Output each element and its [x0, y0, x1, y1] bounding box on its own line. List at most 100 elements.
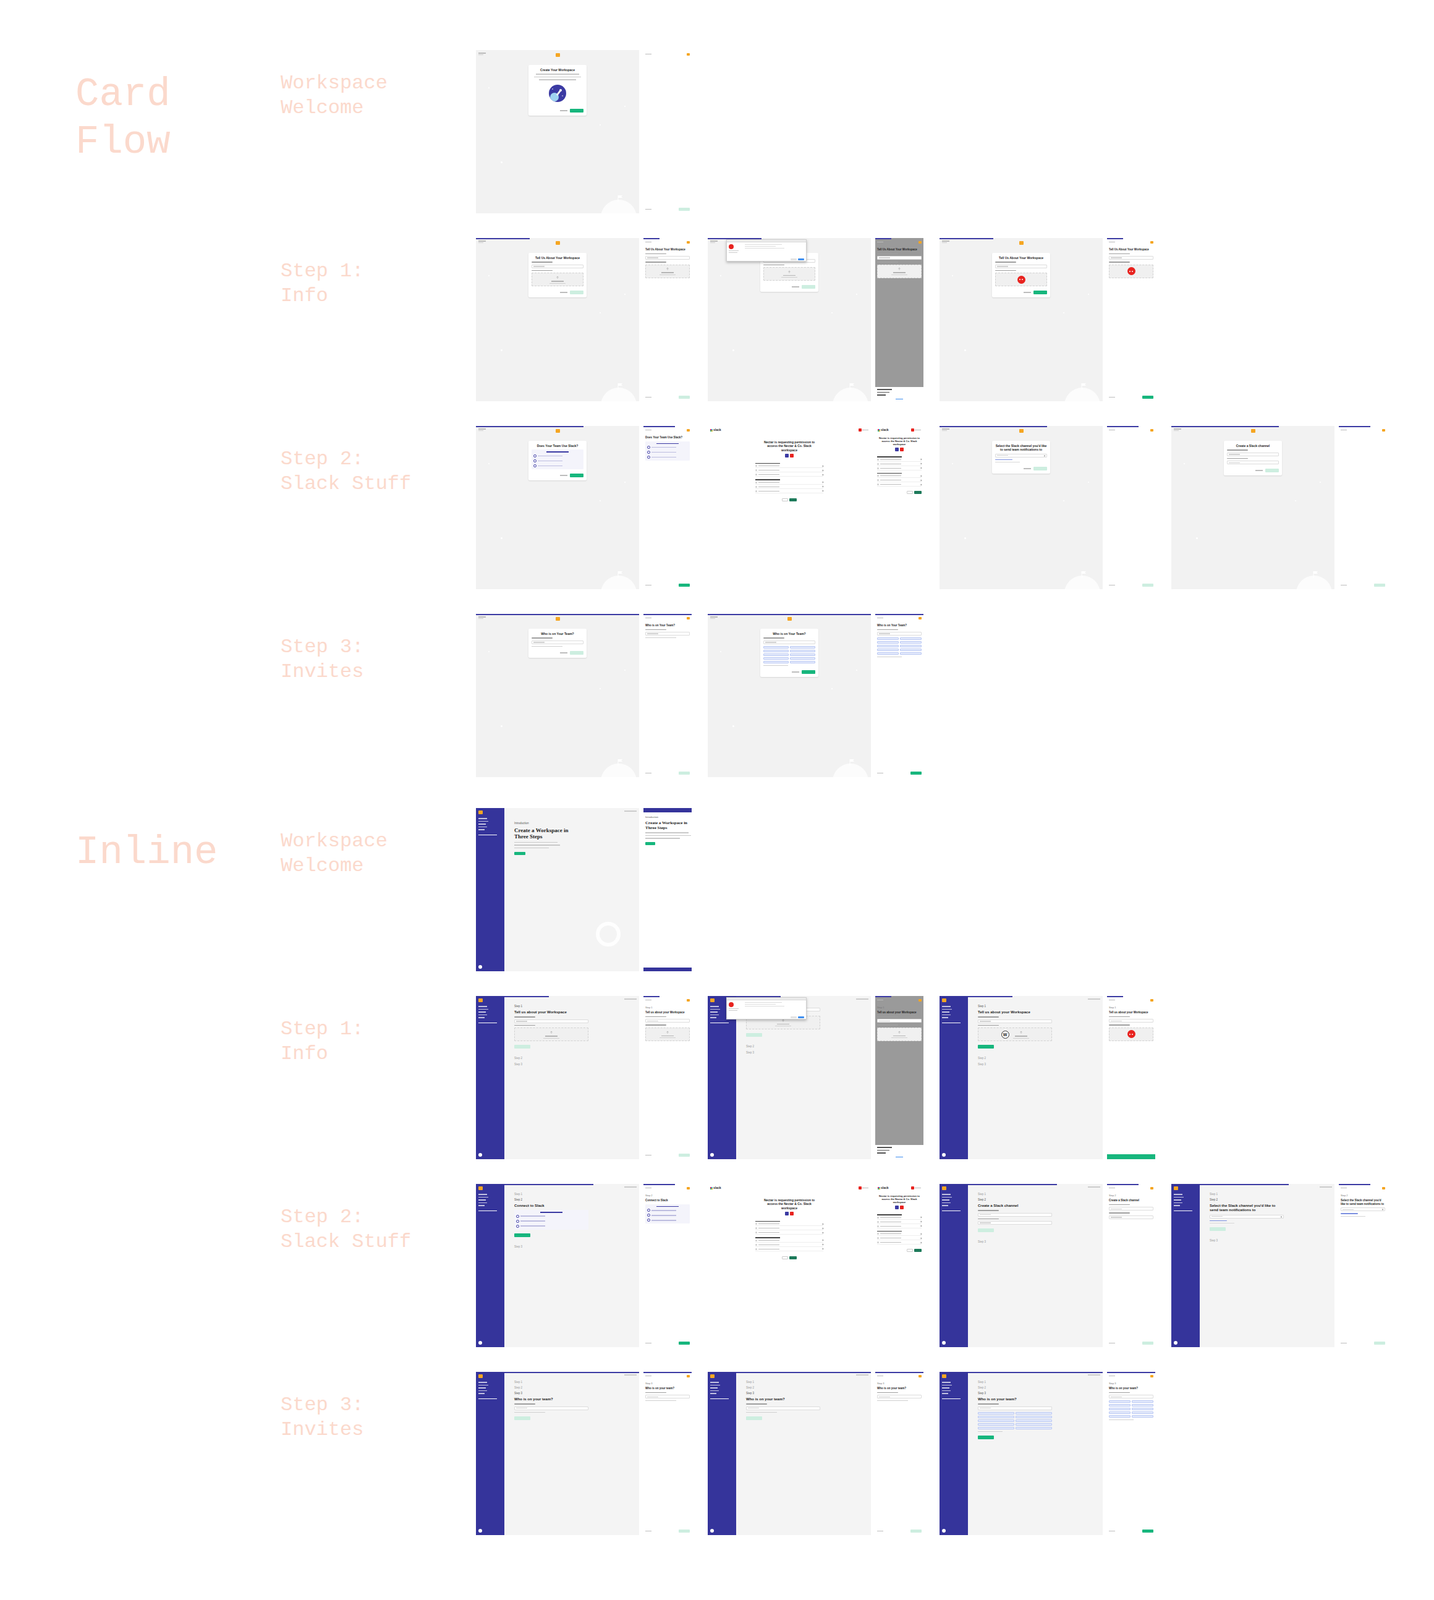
skip-link[interactable] — [1255, 469, 1263, 471]
logo-upload-box[interactable] — [531, 272, 584, 287]
primary-button[interactable] — [678, 771, 690, 775]
text-input[interactable] — [877, 1018, 922, 1023]
skip-link[interactable] — [1108, 1530, 1116, 1532]
logo-upload-box[interactable]: W — [977, 1027, 1053, 1041]
text-input[interactable] — [1108, 1394, 1154, 1399]
text-input[interactable] — [977, 1212, 1053, 1217]
skip-link[interactable] — [791, 286, 800, 288]
skip-link[interactable] — [560, 474, 568, 476]
text-input[interactable] — [1340, 1207, 1386, 1211]
text-input[interactable] — [763, 640, 816, 645]
skip-link[interactable] — [645, 1530, 652, 1532]
skip-link[interactable] — [877, 1530, 884, 1532]
text-input[interactable] — [995, 453, 1048, 458]
primary-button[interactable] — [514, 1416, 531, 1420]
primary-button[interactable] — [514, 851, 526, 855]
text-input[interactable] — [645, 1018, 690, 1023]
logo-upload-box[interactable] — [514, 1027, 589, 1041]
open-button[interactable] — [797, 258, 805, 261]
primary-button[interactable] — [977, 1044, 994, 1049]
primary-button[interactable] — [910, 1529, 922, 1533]
skip-link[interactable] — [1340, 1342, 1347, 1344]
primary-button[interactable] — [569, 473, 584, 478]
primary-button[interactable] — [789, 1255, 797, 1260]
skip-link[interactable] — [645, 584, 652, 586]
skip-link[interactable] — [560, 110, 568, 112]
logo-upload-box[interactable] — [877, 264, 922, 279]
cancel-button[interactable] — [781, 498, 789, 502]
primary-button[interactable] — [1142, 1529, 1154, 1533]
primary-button[interactable] — [678, 1153, 690, 1157]
open-button[interactable] — [797, 1016, 805, 1019]
cancel-button[interactable] — [781, 1255, 789, 1260]
primary-button[interactable] — [678, 207, 690, 211]
skip-link[interactable] — [1108, 396, 1116, 399]
text-input[interactable] — [977, 1220, 1053, 1225]
cancel-button[interactable] — [790, 1016, 797, 1019]
primary-button[interactable] — [977, 1228, 994, 1232]
account-menu[interactable] — [911, 428, 921, 432]
skip-link[interactable] — [1340, 584, 1347, 586]
primary-button[interactable] — [678, 583, 690, 587]
logo-upload-box[interactable] — [1108, 264, 1154, 279]
skip-link[interactable] — [1108, 584, 1116, 586]
logo-upload-box[interactable] — [645, 1027, 690, 1041]
text-input[interactable] — [531, 264, 584, 269]
skip-link[interactable] — [645, 772, 652, 774]
skip-link[interactable] — [560, 291, 568, 293]
primary-button[interactable] — [1265, 468, 1279, 473]
account-menu[interactable] — [911, 1186, 921, 1190]
cancel-button[interactable] — [790, 258, 797, 261]
primary-button[interactable] — [1374, 583, 1386, 587]
text-input[interactable] — [514, 1019, 589, 1023]
primary-button[interactable] — [914, 490, 922, 494]
skip-link[interactable] — [1023, 467, 1031, 470]
primary-button[interactable] — [1374, 1341, 1386, 1345]
primary-button[interactable] — [1142, 395, 1154, 399]
text-input[interactable] — [645, 1394, 690, 1399]
text-input[interactable] — [1108, 1206, 1154, 1211]
primary-button[interactable] — [910, 771, 922, 775]
text-input[interactable] — [514, 1406, 589, 1410]
skip-link[interactable] — [1023, 291, 1031, 293]
primary-button[interactable] — [977, 1435, 994, 1439]
primary-button[interactable] — [514, 1044, 531, 1049]
skip-link[interactable] — [645, 208, 652, 211]
text-input[interactable] — [1108, 255, 1154, 260]
skip-link[interactable] — [560, 652, 568, 654]
skip-link[interactable] — [791, 671, 800, 673]
skip-link[interactable] — [1108, 1342, 1116, 1344]
text-input[interactable] — [977, 1019, 1053, 1023]
text-input[interactable] — [746, 1406, 821, 1410]
text-input[interactable] — [1108, 1215, 1154, 1219]
primary-button[interactable] — [678, 395, 690, 399]
primary-button[interactable] — [569, 650, 584, 655]
cancel-button[interactable] — [906, 490, 913, 494]
primary-button[interactable] — [569, 290, 584, 295]
logo-upload-box[interactable] — [1108, 1027, 1154, 1041]
account-menu[interactable] — [858, 1186, 869, 1190]
text-input[interactable] — [977, 1406, 1053, 1410]
skip-link[interactable] — [645, 1154, 652, 1156]
primary-button[interactable] — [1142, 1341, 1154, 1345]
text-input[interactable] — [645, 255, 690, 260]
text-input[interactable] — [995, 264, 1048, 269]
primary-button[interactable] — [1142, 583, 1154, 587]
text-input[interactable] — [877, 631, 922, 636]
primary-button[interactable] — [789, 498, 797, 502]
primary-button[interactable] — [1209, 1226, 1226, 1231]
primary-button[interactable] — [1033, 290, 1048, 295]
text-input[interactable] — [531, 640, 584, 645]
skip-link[interactable] — [645, 396, 652, 399]
cancel-button[interactable] — [906, 1248, 913, 1252]
text-input[interactable] — [877, 1394, 922, 1399]
primary-button[interactable] — [746, 1416, 763, 1420]
account-menu[interactable] — [858, 428, 869, 432]
skip-link[interactable] — [877, 772, 884, 774]
primary-button[interactable] — [801, 284, 816, 289]
logo-upload-box[interactable] — [763, 267, 816, 281]
skip-link[interactable] — [645, 1342, 652, 1344]
primary-button[interactable] — [914, 1248, 922, 1252]
primary-button[interactable] — [645, 841, 656, 845]
primary-button[interactable] — [1107, 1153, 1156, 1159]
